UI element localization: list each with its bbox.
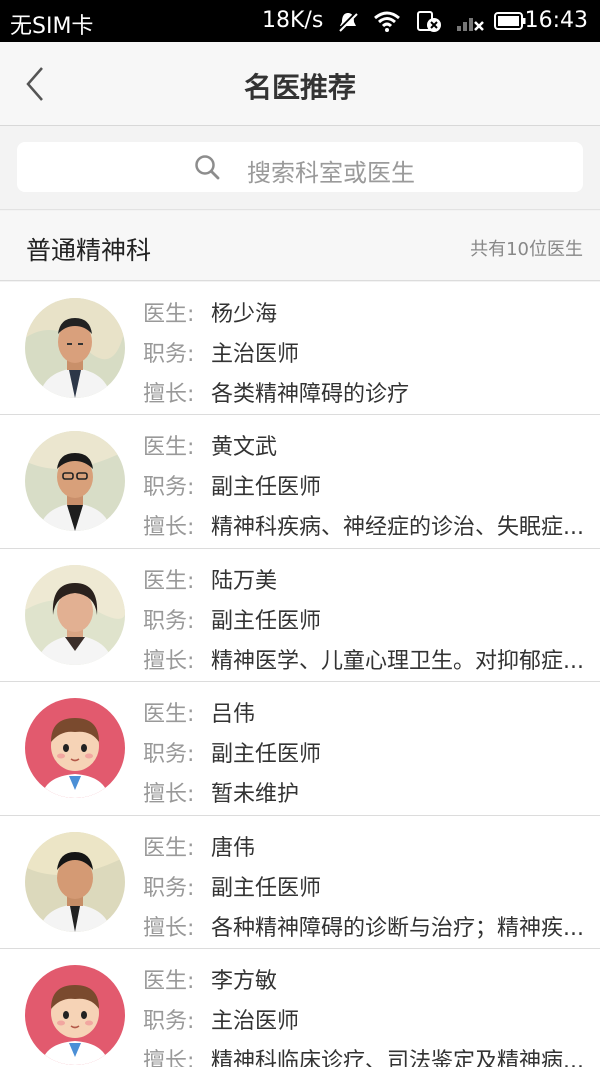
doctor-name: 黄文武 [211,435,278,461]
doctor-specialty-field: 擅长: 暂未维护 [143,776,299,808]
doctor-list-item[interactable]: 医生: 唐伟 职务: 副主任医师 擅长: 各种精神障碍的诊断与治疗；精神疾... [0,815,600,949]
doctor-list-item[interactable]: 医生: 陆万美 职务: 副主任医师 擅长: 精神医学、儿童心理卫生。对抑郁症... [0,548,600,683]
doctor-specialty: 各种精神障碍的诊断与治疗；精神疾... [211,915,584,941]
signal-icon [457,18,484,31]
cartoon-doctor-icon [25,964,125,1065]
doctor-position: 副主任医师 [211,742,322,768]
doctor-name-field: 医生: 唐伟 [143,830,255,862]
doctor-position: 副主任医师 [211,475,322,501]
doctor-specialty: 暂未维护 [211,782,300,808]
doctor-name-field: 医生: 李方敏 [143,963,277,995]
doctor-list-item[interactable]: 医生: 黄文武 职务: 副主任医师 擅长: 精神科疾病、神经症的诊治、失眠症... [0,415,600,549]
doctor-photo-icon [25,564,125,665]
doctor-avatar [25,431,125,532]
department-name: 普通精神科 [26,236,152,265]
doctor-specialty: 各类精神障碍的诊疗 [211,382,410,407]
doctor-position: 主治医师 [211,1008,300,1034]
mute-bell-icon [337,10,359,32]
doctor-list: 医生: 杨少海 职务: 主治医师 擅长: 各类精神障碍的诊疗 医生: 黄文武 职… [0,282,600,1067]
doctor-list-item[interactable]: 医生: 吕伟 职务: 副主任医师 擅长: 暂未维护 [0,682,600,816]
doctor-name-field: 医生: 黄文武 [143,429,277,461]
doctor-photo-icon [25,831,125,932]
carrier-label: 无SIM卡 [10,14,94,39]
page-title: 名医推荐 [243,71,356,104]
doctor-position-field: 职务: 副主任医师 [143,736,321,768]
doctor-count: 共有10位医生 [470,239,583,260]
doctor-photo-icon [25,431,125,532]
doctor-avatar [25,564,125,665]
doctor-avatar [25,698,125,799]
doctor-photo-icon [25,298,125,398]
wifi-icon [374,11,400,32]
doctor-specialty-field: 擅长: 精神科疾病、神经症的诊治、失眠症... [143,509,584,541]
search-placeholder: 搜索科室或医生 [247,159,415,187]
search-input[interactable]: 搜索科室或医生 [17,142,583,192]
doctor-position: 副主任医师 [211,875,322,901]
sim-error-icon [417,11,441,32]
doctor-name-field: 医生: 吕伟 [143,696,255,728]
doctor-avatar [25,964,125,1065]
doctor-name-field: 医生: 杨少海 [143,296,277,328]
doctor-name-field: 医生: 陆万美 [143,563,277,595]
doctor-position-field: 职务: 副主任医师 [143,870,321,902]
network-speed: 18K/s [262,8,324,33]
doctor-specialty-field: 擅长: 精神医学、儿童心理卫生。对抑郁症... [143,643,584,675]
doctor-name: 陆万美 [211,568,278,594]
doctor-position: 副主任医师 [211,608,322,634]
status-bar: 无SIM卡 18K/s 16:43 [0,0,600,42]
doctor-position: 主治医师 [211,342,300,367]
doctor-position-field: 职务: 主治医师 [143,1003,299,1035]
doctor-position-field: 职务: 主治医师 [143,336,299,368]
nav-header: 名医推荐 [0,42,600,126]
doctor-specialty: 精神科疾病、神经症的诊治、失眠症... [211,515,584,541]
doctor-name: 李方敏 [211,968,278,994]
doctor-list-item[interactable]: 医生: 杨少海 职务: 主治医师 擅长: 各类精神障碍的诊疗 [0,282,600,416]
department-header: 普通精神科 共有10位医生 [0,211,600,281]
doctor-specialty-field: 擅长: 各种精神障碍的诊断与治疗；精神疾... [143,910,584,942]
search-icon [195,155,220,180]
doctor-position-field: 职务: 副主任医师 [143,603,321,635]
doctor-name: 唐伟 [211,835,256,861]
doctor-name: 杨少海 [211,302,278,327]
doctor-specialty: 精神医学、儿童心理卫生。对抑郁症... [211,648,584,674]
doctor-specialty-field: 擅长: 各类精神障碍的诊疗 [143,376,409,408]
doctor-position-field: 职务: 副主任医师 [143,469,321,501]
cartoon-doctor-icon [25,698,125,799]
doctor-specialty-field: 擅长: 精神科临床诊疗、司法鉴定及精神病... [143,1043,584,1067]
search-bar-container: 搜索科室或医生 [0,126,600,210]
doctor-avatar [25,831,125,932]
doctor-list-item[interactable]: 医生: 李方敏 职务: 主治医师 擅长: 精神科临床诊疗、司法鉴定及精神病... [0,948,600,1067]
doctor-specialty: 精神科临床诊疗、司法鉴定及精神病... [211,1048,584,1067]
doctor-avatar [25,298,125,398]
battery-icon [494,12,526,30]
doctor-name: 吕伟 [211,702,256,728]
clock: 16:43 [524,8,588,33]
